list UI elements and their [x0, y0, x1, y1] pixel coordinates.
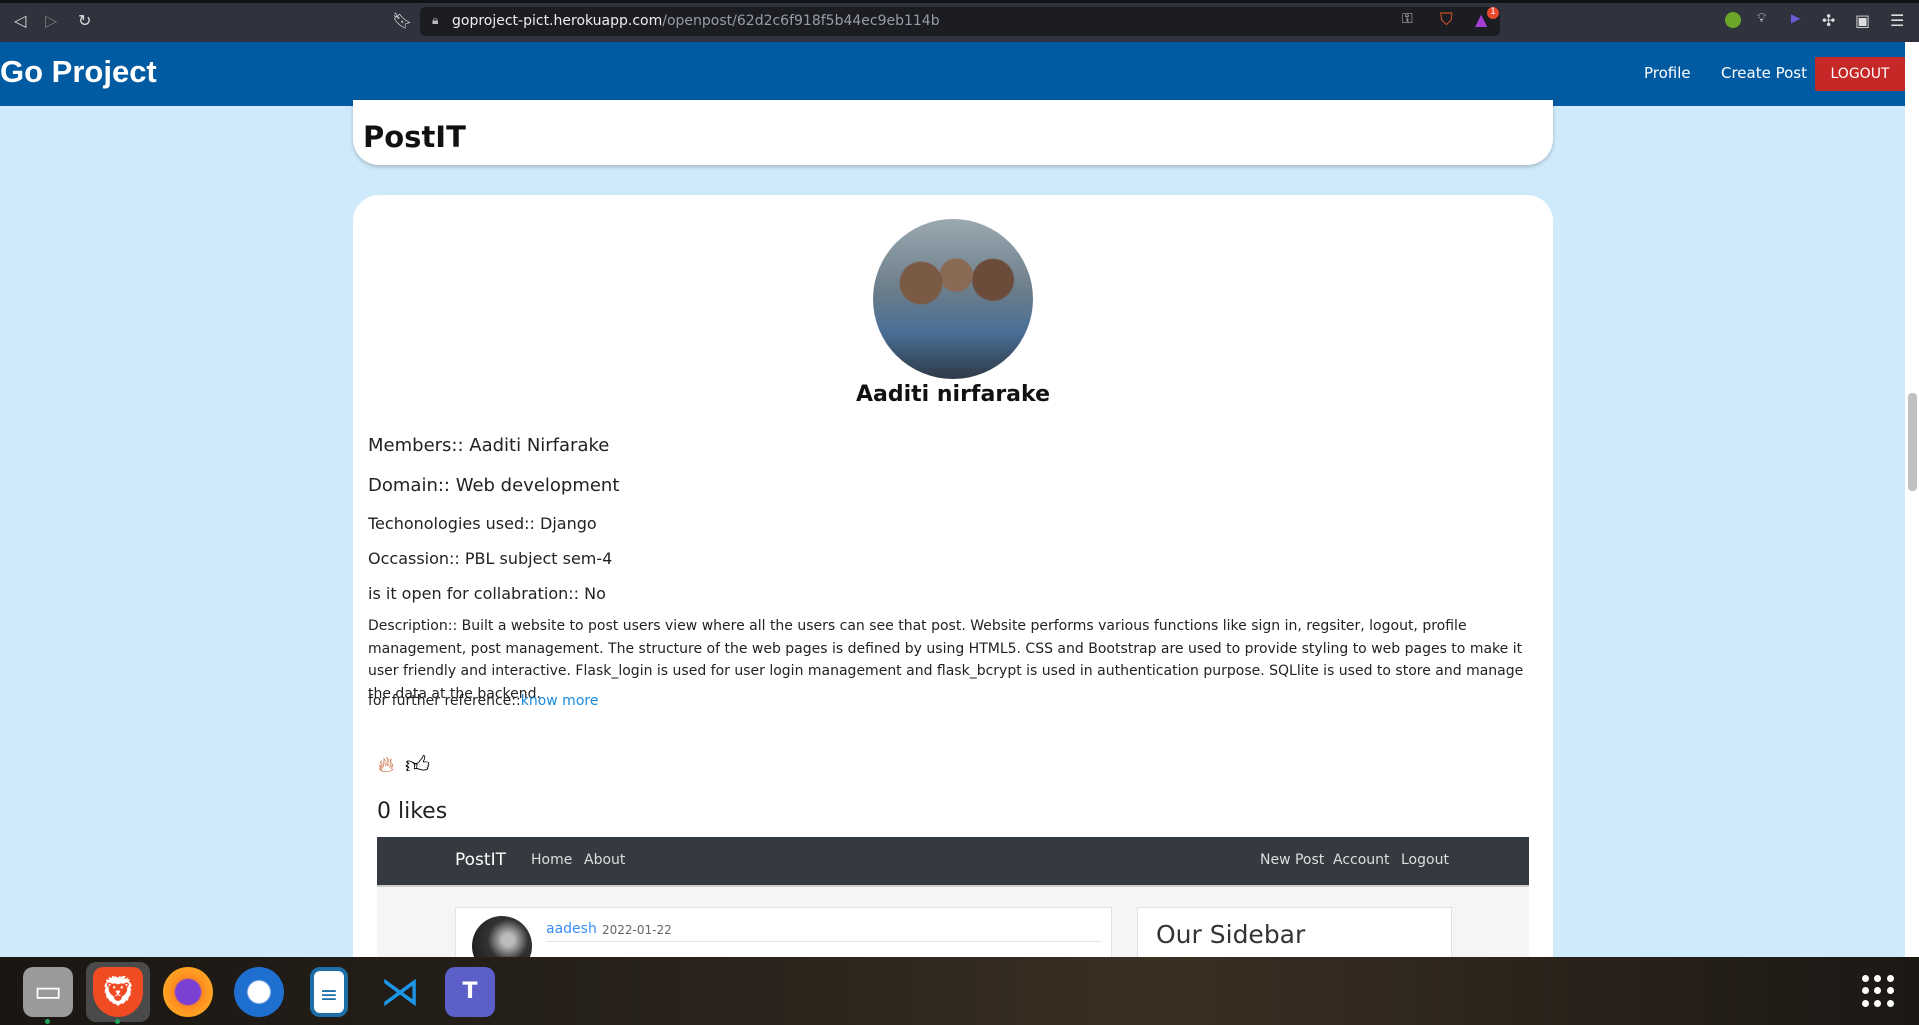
url-path: /openpost/62d2c6f918f5b44ec9eb114b [662, 13, 940, 29]
embedded-author: aadesh [546, 921, 597, 937]
files-icon[interactable]: ▭ [23, 967, 73, 1017]
thunderbird-icon[interactable] [234, 967, 284, 1017]
writer-icon[interactable]: ≡ [310, 967, 348, 1017]
url-host: goproject-pict.herokuapp.com [452, 13, 663, 29]
embedded-about: About [584, 852, 626, 868]
firefox-icon[interactable] [163, 967, 213, 1017]
embedded-home: Home [531, 852, 573, 868]
embedded-navbar: PostIT Home About New Post Account Logou… [377, 837, 1529, 887]
vscode-icon[interactable]: ⋊ [375, 967, 425, 1017]
description: Description:: Built a website to post us… [368, 618, 1524, 702]
know-more-link[interactable]: know more [521, 693, 599, 709]
technologies-field: Techonologies used:: Django [368, 514, 597, 533]
running-indicator [115, 1019, 120, 1024]
occasion-field: Occassion:: PBL subject sem-4 [368, 549, 613, 568]
collaboration-field: is it open for collabration:: No [368, 584, 606, 603]
taskbar: ▭ 🦁︎ ≡ ⋊ T [0, 957, 1919, 1025]
logout-button[interactable]: LOGOUT [1815, 57, 1905, 91]
menu-icon[interactable]: ☰ [1890, 11, 1904, 30]
embedded-logout: Logout [1401, 852, 1449, 868]
brave-rewards-icon[interactable]: ▲ [1475, 10, 1487, 29]
url-text[interactable]: goproject-pict.herokuapp.com/openpost/62… [452, 13, 940, 29]
wallet-icon[interactable]: ▣ [1855, 11, 1870, 30]
embedded-date: 2022-01-22 [602, 923, 672, 937]
brave-icon[interactable]: 🦁︎ [93, 967, 143, 1017]
teams-icon[interactable]: T [445, 967, 495, 1017]
nav-create-post[interactable]: Create Post [1721, 64, 1807, 82]
page-title: PostIT [363, 120, 466, 154]
embedded-new-post: New Post [1260, 852, 1325, 868]
reference-line: for further reference::know more [368, 693, 598, 709]
members-field: Members:: Aaditi Nirfarake [368, 435, 610, 456]
scrollbar[interactable] [1905, 42, 1919, 957]
reload-icon[interactable]: ↻ [78, 11, 91, 30]
notification-badge: 1 [1487, 7, 1499, 19]
divider [546, 941, 1101, 942]
extension-bulb-icon[interactable]: 💡︎ [1757, 11, 1766, 26]
nav-profile[interactable]: Profile [1644, 64, 1691, 82]
extensions-puzzle-icon[interactable]: ✣ [1822, 11, 1835, 30]
domain-field: Domain:: Web development [368, 475, 620, 496]
extension-plus-icon[interactable] [1725, 12, 1741, 28]
back-icon[interactable]: ◁ [14, 11, 26, 30]
running-indicator [45, 1019, 50, 1024]
thumbs-up-icon[interactable]: 👍︎ [405, 751, 430, 780]
fire-icon[interactable]: 🔥︎ [378, 753, 394, 778]
scrollbar-thumb[interactable] [1908, 393, 1917, 491]
show-apps-icon[interactable] [1862, 975, 1894, 1007]
lock-icon: 🔒︎ [432, 13, 439, 27]
address-bar[interactable]: 🔒︎ goproject-pict.herokuapp.com/openpost… [420, 7, 1500, 36]
reference-label: for further reference:: [368, 693, 521, 709]
author-avatar [873, 219, 1033, 379]
site-navbar: Go Project Profile Create Post LOGOUT [0, 42, 1905, 106]
sidebar-title: Our Sidebar [1156, 920, 1306, 949]
tab-strip [0, 0, 1919, 3]
title-card: PostIT [353, 100, 1553, 165]
extension-play-icon[interactable]: ▶ [1791, 11, 1800, 25]
brave-shield-icon[interactable]: ⛉ [1440, 10, 1453, 30]
bookmark-icon[interactable]: 🔖︎ [392, 11, 412, 30]
likes-count: 0 likes [377, 799, 448, 824]
embedded-account: Account [1333, 852, 1390, 868]
key-icon[interactable]: ⚿ [1402, 11, 1413, 27]
forward-icon[interactable]: ▷ [45, 11, 57, 30]
embedded-brand: PostIT [455, 850, 506, 870]
post-card: Aaditi nirfarake Members:: Aaditi Nirfar… [353, 195, 1553, 1007]
author-name: Aaditi nirfarake [855, 382, 1050, 407]
browser-toolbar: ◁ ▷ ↻ 🔖︎ 🔒︎ goproject-pict.herokuapp.com… [0, 0, 1919, 42]
brand-logo[interactable]: Go Project [0, 54, 157, 90]
